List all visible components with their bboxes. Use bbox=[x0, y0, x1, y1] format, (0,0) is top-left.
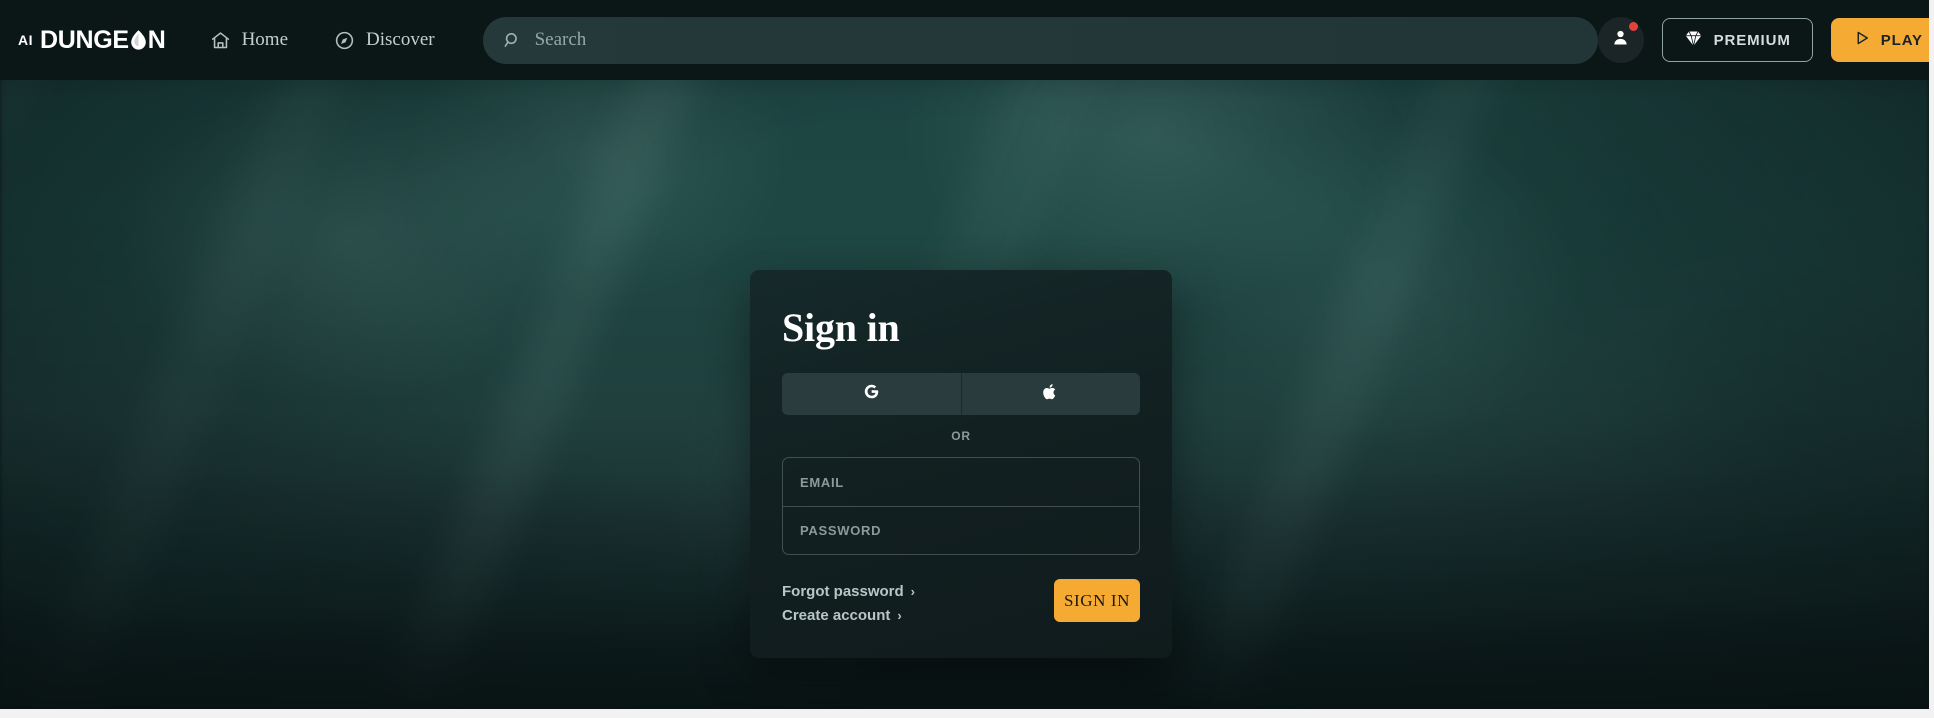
play-icon bbox=[1853, 29, 1871, 51]
google-g-icon bbox=[862, 382, 881, 406]
site-logo[interactable]: AI DUNGE N bbox=[18, 26, 166, 55]
forgot-password-label: Forgot password bbox=[782, 583, 904, 600]
nav-item-discover[interactable]: Discover bbox=[334, 29, 435, 51]
apple-icon bbox=[1042, 382, 1059, 407]
credentials-fields: EMAIL PASSWORD bbox=[782, 457, 1140, 555]
premium-button[interactable]: PREMIUM bbox=[1661, 18, 1813, 62]
site-header: AI DUNGE N Home Discover Search PREMIUM … bbox=[0, 0, 1929, 80]
password-field-label: PASSWORD bbox=[800, 523, 882, 538]
browser-page: AI DUNGE N Home Discover Search PREMIUM … bbox=[0, 0, 1934, 718]
apple-signin-button[interactable] bbox=[960, 373, 1140, 415]
search-input[interactable]: Search bbox=[483, 16, 1598, 64]
chevron-right-icon: › bbox=[897, 608, 902, 623]
nav-item-discover-label: Discover bbox=[366, 29, 435, 50]
create-account-label: Create account bbox=[782, 607, 891, 624]
forgot-password-link[interactable]: Forgot password › bbox=[782, 583, 915, 600]
card-links: Forgot password › Create account › bbox=[782, 579, 915, 624]
logo-prefix: AI bbox=[18, 32, 33, 48]
home-icon bbox=[210, 30, 231, 51]
notification-dot bbox=[1628, 22, 1638, 31]
logo-word-start: DUNGE bbox=[40, 25, 129, 54]
compass-icon bbox=[334, 30, 355, 51]
header-actions: PREMIUM PLAY bbox=[1597, 17, 1929, 63]
play-button[interactable]: PLAY bbox=[1830, 18, 1929, 62]
main-nav: Home Discover bbox=[210, 29, 435, 51]
oauth-buttons bbox=[782, 373, 1140, 415]
signin-card: Sign in OR EMAIL PASSWORD Forgot passwor… bbox=[750, 270, 1172, 658]
logo-word-end: N bbox=[147, 25, 166, 54]
password-field[interactable]: PASSWORD bbox=[783, 506, 1139, 554]
card-actions: Forgot password › Create account › SIGN … bbox=[782, 579, 1140, 624]
nav-item-home-label: Home bbox=[241, 29, 288, 50]
create-account-link[interactable]: Create account › bbox=[782, 607, 915, 624]
gem-icon bbox=[1684, 30, 1703, 51]
page-title: Sign in bbox=[782, 305, 900, 350]
or-divider: OR bbox=[951, 429, 971, 443]
avatar[interactable] bbox=[1597, 17, 1644, 63]
chevron-right-icon: › bbox=[910, 584, 916, 599]
logo-wordmark: DUNGE N bbox=[40, 26, 166, 55]
user-icon bbox=[1610, 27, 1631, 53]
flame-icon bbox=[129, 29, 148, 51]
email-field[interactable]: EMAIL bbox=[783, 458, 1139, 506]
play-button-label: PLAY bbox=[1880, 31, 1923, 49]
signin-button[interactable]: SIGN IN bbox=[1054, 579, 1140, 622]
nav-item-home[interactable]: Home bbox=[210, 29, 288, 51]
search-placeholder: Search bbox=[534, 29, 587, 50]
premium-button-label: PREMIUM bbox=[1713, 31, 1791, 49]
google-signin-button[interactable] bbox=[782, 373, 961, 415]
email-field-label: EMAIL bbox=[800, 474, 844, 490]
search-icon bbox=[503, 31, 522, 50]
